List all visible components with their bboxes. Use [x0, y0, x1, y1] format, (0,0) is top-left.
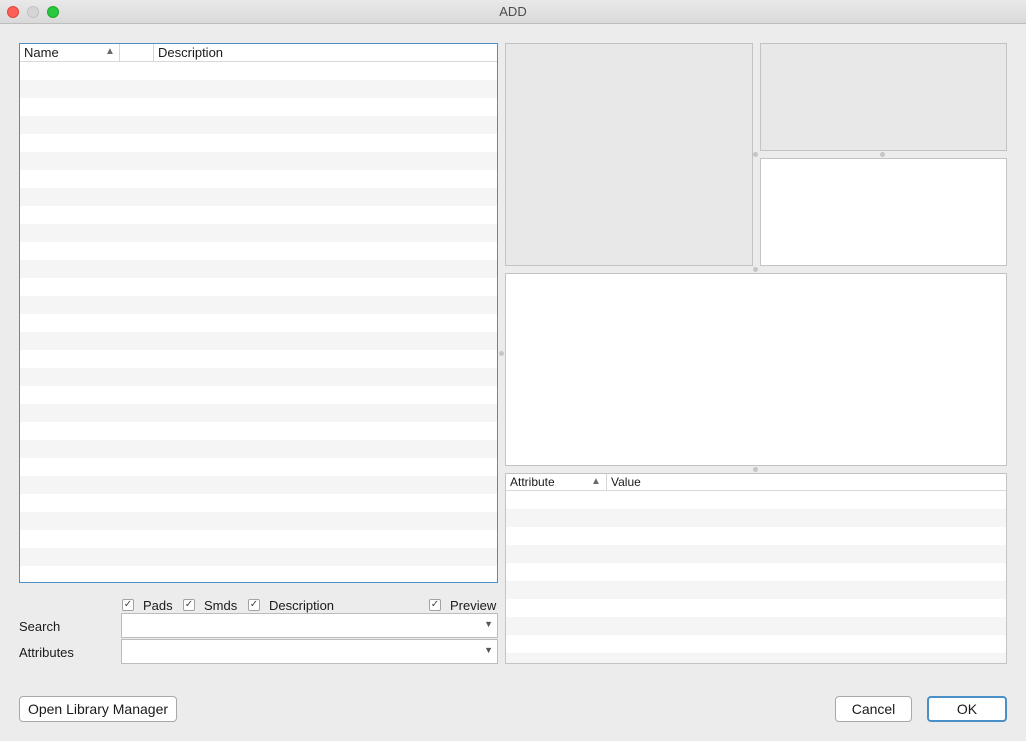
checkmark-icon: ✓ — [429, 599, 441, 611]
open-library-manager-button[interactable]: Open Library Manager — [19, 696, 177, 722]
sort-ascending-icon: ▲ — [105, 46, 115, 57]
ok-button[interactable]: OK — [927, 696, 1007, 722]
library-table-body[interactable] — [20, 62, 497, 582]
package-splitter-handle[interactable] — [880, 152, 885, 157]
description-preview — [505, 273, 1007, 466]
column-header-name[interactable]: Name ▲ — [20, 44, 119, 61]
dropdown-arrow-icon[interactable]: ▼ — [484, 619, 493, 629]
column-header-blank[interactable] — [119, 44, 153, 61]
preview-checkbox[interactable]: ✓ Preview — [429, 598, 497, 614]
attributes-table[interactable]: Attribute ▲ Value — [505, 473, 1007, 664]
search-combobox[interactable]: ▼ — [121, 613, 498, 638]
smds-checkbox[interactable]: ✓ Smds — [183, 598, 241, 614]
search-label: Search — [19, 619, 61, 634]
symbol-preview — [505, 43, 753, 266]
attributes-combobox[interactable]: ▼ — [121, 639, 498, 664]
model-preview — [760, 158, 1007, 266]
sort-ascending-icon: ▲ — [591, 476, 601, 487]
package-preview — [760, 43, 1007, 151]
column-header-description[interactable]: Description — [153, 44, 497, 61]
preview-splitter-handle[interactable] — [753, 152, 758, 157]
title-bar: ADD — [0, 0, 1026, 24]
cancel-button[interactable]: Cancel — [835, 696, 912, 722]
pads-checkbox[interactable]: ✓ Pads — [122, 598, 174, 614]
library-table[interactable]: Name ▲ Description — [19, 43, 498, 583]
attributes-label: Attributes — [19, 645, 74, 660]
checkmark-icon: ✓ — [122, 599, 134, 611]
description-checkbox[interactable]: ✓ Description — [248, 598, 344, 614]
dropdown-arrow-icon[interactable]: ▼ — [484, 645, 493, 655]
window-title: ADD — [499, 4, 527, 19]
library-table-header: Name ▲ Description — [20, 44, 497, 62]
upper-splitter-handle[interactable] — [753, 267, 758, 272]
vertical-splitter-handle[interactable] — [499, 351, 504, 356]
column-header-value[interactable]: Value — [606, 474, 1006, 490]
checkmark-icon: ✓ — [248, 599, 260, 611]
lower-splitter-handle[interactable] — [753, 467, 758, 472]
column-header-attribute[interactable]: Attribute ▲ — [506, 474, 606, 490]
attributes-table-body[interactable] — [506, 491, 1006, 663]
attributes-table-header: Attribute ▲ Value — [506, 474, 1006, 491]
checkmark-icon: ✓ — [183, 599, 195, 611]
